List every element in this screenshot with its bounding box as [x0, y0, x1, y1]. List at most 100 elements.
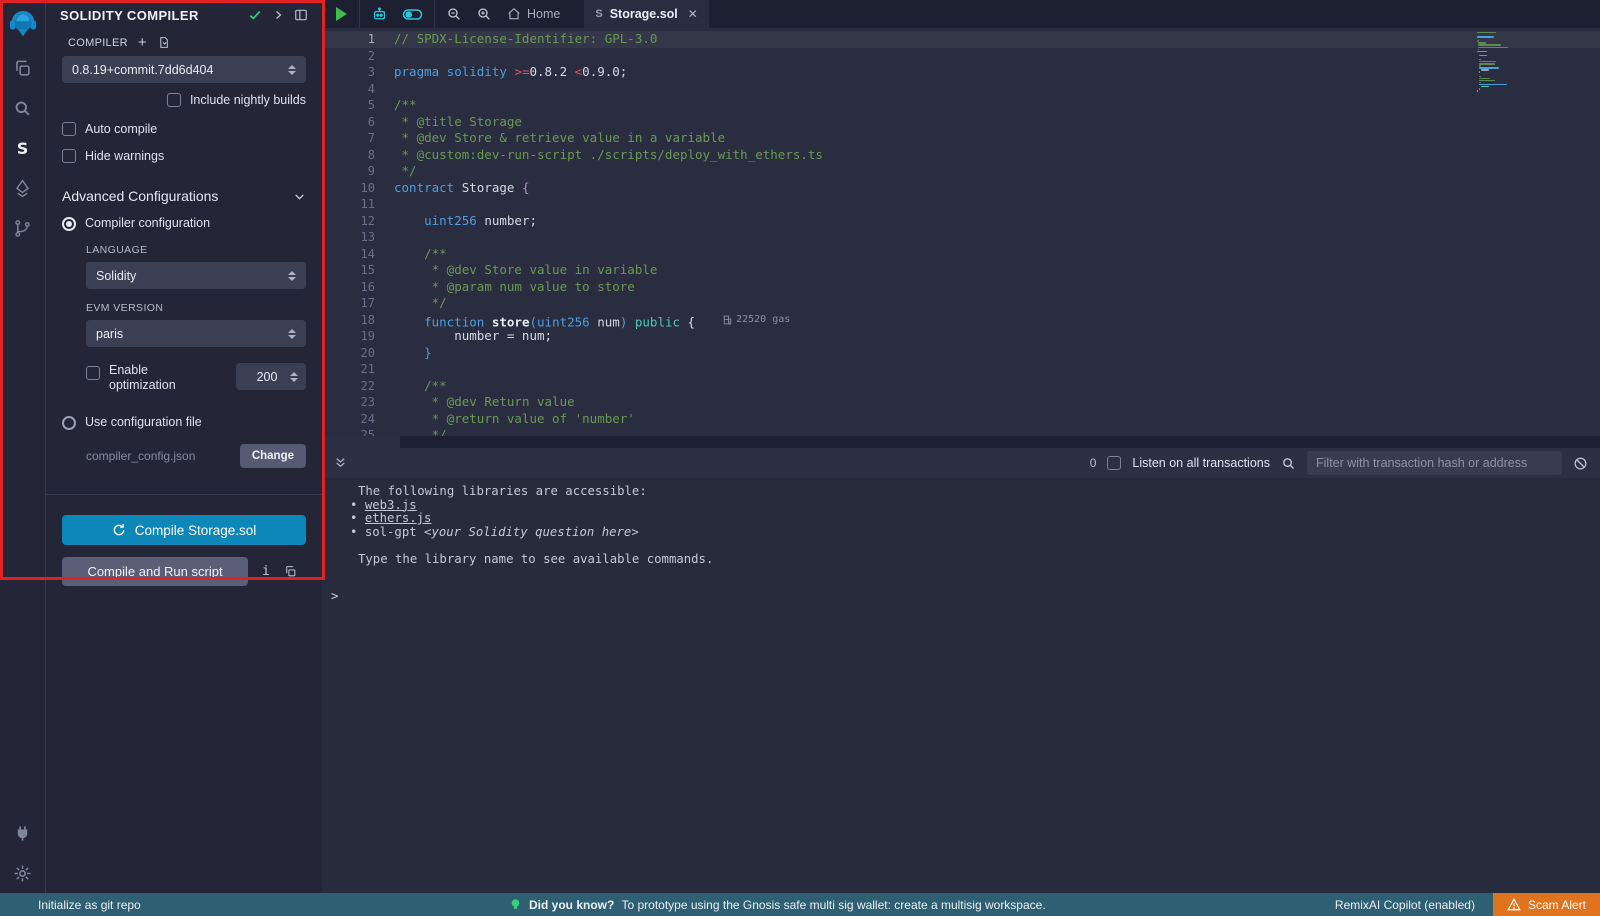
enable-optimization-checkbox[interactable]	[86, 366, 100, 380]
advanced-configurations-header[interactable]: Advanced Configurations	[62, 188, 306, 204]
line-number[interactable]: 16	[322, 279, 385, 296]
line-number[interactable]: 6	[322, 114, 385, 131]
line-number[interactable]: 12	[322, 213, 385, 230]
line-number[interactable]: 1	[322, 31, 385, 48]
code-line[interactable]: 5/**	[322, 97, 1600, 114]
line-number[interactable]: 4	[322, 81, 385, 98]
horizontal-scrollbar[interactable]	[322, 436, 1600, 448]
code-line[interactable]: 3pragma solidity >=0.8.2 <0.9.0;	[322, 64, 1600, 81]
line-number[interactable]: 19	[322, 328, 385, 345]
code-line[interactable]: 12 uint256 number;	[322, 213, 1600, 230]
line-number[interactable]: 14	[322, 246, 385, 263]
compile-and-run-button[interactable]: Compile and Run script	[62, 557, 248, 586]
line-number[interactable]: 7	[322, 130, 385, 147]
line-number[interactable]: 20	[322, 345, 385, 362]
line-number[interactable]: 11	[322, 196, 385, 213]
terminal-link[interactable]: ethers.js	[365, 511, 432, 525]
minimap[interactable]	[1477, 32, 1547, 92]
add-compiler-icon[interactable]: +	[138, 37, 147, 48]
settings-gear-icon[interactable]	[0, 853, 46, 893]
code-line[interactable]: 1// SPDX-License-Identifier: GPL-3.0	[322, 31, 1600, 48]
remix-ai-robot-icon[interactable]	[371, 6, 388, 23]
compiler-configuration-radio[interactable]	[62, 217, 76, 231]
code-line[interactable]: 21	[322, 361, 1600, 378]
hide-warnings-checkbox[interactable]	[62, 149, 76, 163]
line-number[interactable]: 15	[322, 262, 385, 279]
listen-transactions-checkbox[interactable]	[1107, 456, 1121, 470]
code-line[interactable]: 18 function store(uint256 num) public {2…	[322, 312, 1600, 329]
terminal-output[interactable]: The following libraries are accessible:•…	[322, 478, 1600, 893]
init-git-repo-button[interactable]: Initialize as git repo	[38, 898, 141, 912]
line-number[interactable]: 22	[322, 378, 385, 395]
line-number[interactable]: 5	[322, 97, 385, 114]
terminal-search-icon[interactable]	[1281, 456, 1296, 471]
code-line[interactable]: 7 * @dev Store & retrieve value in a var…	[322, 130, 1600, 147]
line-number[interactable]: 3	[322, 64, 385, 81]
zoom-in-icon[interactable]	[476, 6, 492, 22]
line-number[interactable]: 13	[322, 229, 385, 246]
optimization-runs-input[interactable]: 200	[236, 363, 306, 390]
line-number[interactable]: 24	[322, 411, 385, 428]
code-line[interactable]: 11	[322, 196, 1600, 213]
copilot-status[interactable]: RemixAI Copilot (enabled)	[1335, 898, 1475, 912]
compiler-version-select[interactable]: 0.8.19+commit.7dd6d404	[62, 56, 306, 83]
run-script-play-icon[interactable]	[336, 7, 347, 21]
code-line[interactable]: 13	[322, 229, 1600, 246]
line-number[interactable]: 25	[322, 427, 385, 436]
compiler-configuration-option[interactable]: Compiler configuration	[62, 216, 306, 231]
tab-storage-sol[interactable]: S Storage.sol ✕	[584, 0, 708, 28]
hide-warnings-row[interactable]: Hide warnings	[62, 149, 306, 163]
language-select[interactable]: Solidity	[86, 262, 306, 289]
line-number[interactable]: 23	[322, 394, 385, 411]
zoom-out-icon[interactable]	[446, 6, 462, 22]
pin-panel-icon[interactable]	[294, 8, 308, 22]
compile-button[interactable]: Compile Storage.sol	[62, 515, 306, 545]
use-configuration-file-radio[interactable]	[62, 416, 76, 430]
line-number[interactable]: 21	[322, 361, 385, 378]
line-number[interactable]: 10	[322, 180, 385, 197]
auto-compile-checkbox[interactable]	[62, 122, 76, 136]
scam-alert-button[interactable]: Scam Alert	[1493, 893, 1600, 916]
change-config-button[interactable]: Change	[240, 444, 306, 468]
code-line[interactable]: 8 * @custom:dev-run-script ./scripts/dep…	[322, 147, 1600, 164]
clear-console-icon[interactable]	[1573, 456, 1588, 471]
git-icon[interactable]	[0, 208, 46, 248]
terminal-link[interactable]: web3.js	[365, 498, 417, 512]
scrollbar-thumb[interactable]	[322, 436, 400, 448]
auto-compile-row[interactable]: Auto compile	[62, 122, 306, 136]
include-nightly-checkbox[interactable]	[167, 93, 181, 107]
code-line[interactable]: 6 * @title Storage	[322, 114, 1600, 131]
include-nightly-row[interactable]: Include nightly builds	[62, 93, 306, 107]
copy-icon[interactable]	[284, 565, 297, 578]
transaction-filter-input[interactable]	[1307, 451, 1562, 475]
line-number[interactable]: 17	[322, 295, 385, 312]
home-tab[interactable]: Home	[507, 7, 560, 21]
code-line[interactable]: 15 * @dev Store value in variable	[322, 262, 1600, 279]
code-line[interactable]: 2	[322, 48, 1600, 65]
remix-logo-icon[interactable]	[0, 0, 46, 48]
line-number[interactable]: 2	[322, 48, 385, 65]
ai-copilot-toggle-icon[interactable]	[402, 7, 423, 22]
code-line[interactable]: 14 /**	[322, 246, 1600, 263]
code-line[interactable]: 25 */	[322, 427, 1600, 436]
use-configuration-file-option[interactable]: Use configuration file	[62, 415, 306, 430]
evm-version-select[interactable]: paris	[86, 320, 306, 347]
code-line[interactable]: 23 * @dev Return value	[322, 394, 1600, 411]
code-line[interactable]: 4	[322, 81, 1600, 98]
code-line[interactable]: 16 * @param num value to store	[322, 279, 1600, 296]
deploy-run-icon[interactable]	[0, 168, 46, 208]
chevron-right-icon[interactable]	[272, 9, 284, 21]
plugin-manager-icon[interactable]	[0, 813, 46, 853]
stepper-caret-icon[interactable]	[290, 372, 298, 382]
code-line[interactable]: 24 * @return value of 'number'	[322, 411, 1600, 428]
info-icon[interactable]: i	[262, 564, 270, 579]
code-line[interactable]: 22 /**	[322, 378, 1600, 395]
code-line[interactable]: 20 }	[322, 345, 1600, 362]
line-number[interactable]: 9	[322, 163, 385, 180]
file-explorer-icon[interactable]	[0, 48, 46, 88]
code-line[interactable]: 19 number = num;	[322, 328, 1600, 345]
terminal-prompt[interactable]: >	[322, 590, 1600, 604]
code-line[interactable]: 17 */	[322, 295, 1600, 312]
line-number[interactable]: 18	[322, 312, 385, 329]
reload-compiler-icon[interactable]	[157, 36, 170, 49]
